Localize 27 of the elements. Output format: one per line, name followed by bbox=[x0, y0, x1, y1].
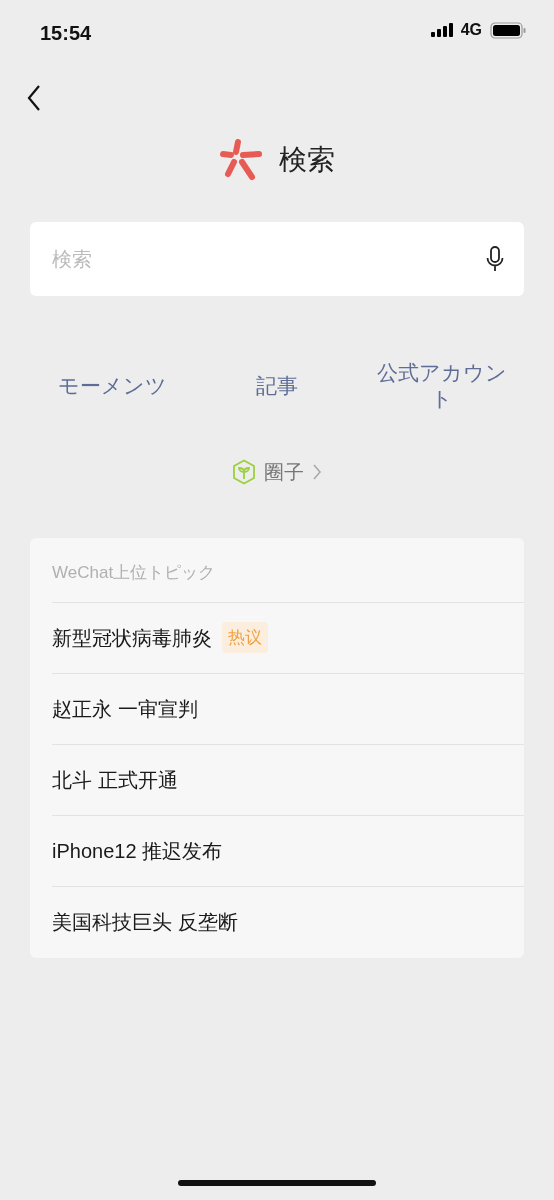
logo-icon bbox=[219, 139, 263, 181]
topic-text: 北斗 正式开通 bbox=[52, 767, 178, 793]
back-icon bbox=[27, 85, 41, 111]
chevron-right-icon bbox=[312, 463, 322, 481]
topic-item[interactable]: 北斗 正式开通 bbox=[52, 744, 524, 816]
battery-icon bbox=[490, 21, 526, 39]
topic-item[interactable]: iPhone12 推迟发布 bbox=[52, 815, 524, 887]
topic-item[interactable]: 赵正永 一审宣判 bbox=[52, 673, 524, 745]
topic-item[interactable]: 新型冠状病毒肺炎 热议 bbox=[52, 602, 524, 674]
topic-text: 美国科技巨头 反垄断 bbox=[52, 910, 238, 935]
circle-link[interactable]: 圈子 bbox=[264, 457, 304, 487]
microphone-icon bbox=[486, 246, 504, 272]
topic-item[interactable]: 美国科技巨头 反垄断 bbox=[52, 886, 524, 958]
network-label: 4G bbox=[460, 20, 482, 40]
topic-text: 新型冠状病毒肺炎 bbox=[52, 625, 212, 651]
category-link[interactable]: 公式アカウント bbox=[371, 359, 512, 413]
page-title: 検索 bbox=[279, 143, 335, 177]
search-field[interactable]: 検索 bbox=[30, 222, 524, 296]
section-header: WeChat上位トピック bbox=[52, 538, 524, 603]
category-link[interactable]: 記事 bbox=[207, 372, 347, 400]
topic-text: 赵正永 一审宣判 bbox=[52, 696, 198, 722]
topic-text: iPhone12 推迟发布 bbox=[52, 838, 223, 864]
sprout-icon bbox=[232, 459, 256, 485]
status-time: 15:54 bbox=[40, 21, 92, 46]
category-link[interactable]: モーメンツ bbox=[42, 372, 183, 400]
signal-icon bbox=[430, 23, 453, 37]
hot-tag: 热议 bbox=[222, 621, 268, 654]
